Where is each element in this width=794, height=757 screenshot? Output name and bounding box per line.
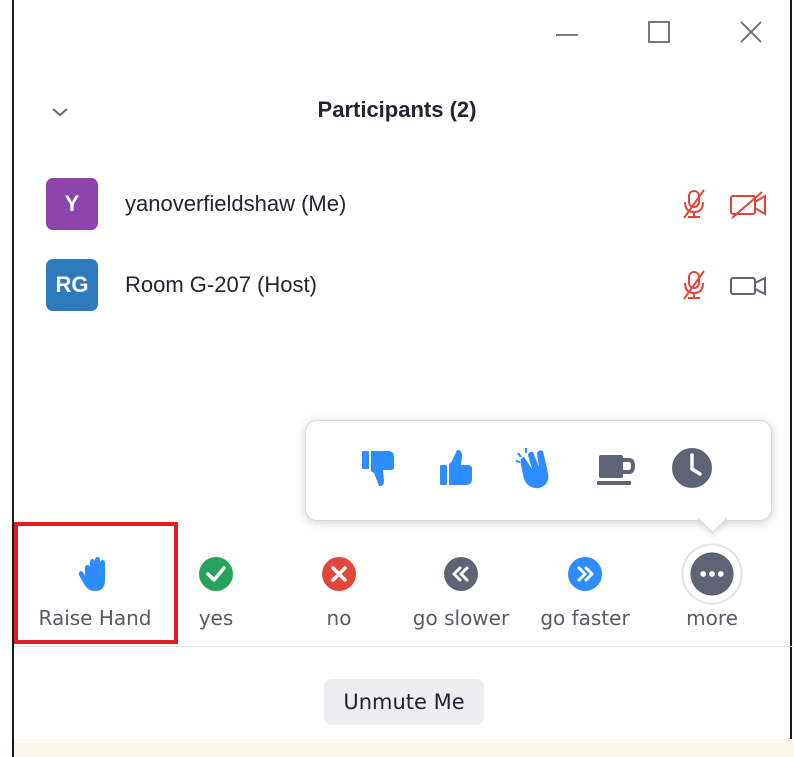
participant-row[interactable]: RG Room G-207 (Host)	[46, 259, 781, 311]
no-label: no	[326, 606, 352, 630]
no-button[interactable]: no	[274, 548, 404, 640]
go-slower-label: go slower	[412, 606, 510, 630]
raise-hand-button[interactable]: Raise Hand	[30, 548, 160, 640]
clap-icon	[515, 448, 549, 489]
close-icon	[740, 21, 762, 43]
panel-title: Participants (2)	[317, 97, 477, 122]
check-icon	[199, 557, 233, 591]
minimize-icon	[556, 34, 578, 36]
clock-icon	[672, 448, 712, 488]
fast-forward-icon	[568, 557, 602, 591]
thumbs-down-button[interactable]	[358, 443, 402, 493]
video-camera-icon[interactable]	[728, 271, 768, 301]
raise-hand-label: Raise Hand	[38, 606, 152, 630]
maximize-button[interactable]	[642, 16, 676, 50]
minimize-button[interactable]	[550, 16, 584, 50]
maximize-icon	[648, 21, 670, 43]
more-button[interactable]: more	[647, 543, 777, 640]
thumbs-up-icon	[440, 450, 472, 485]
participant-row[interactable]: Y yanoverfieldshaw (Me)	[46, 178, 781, 230]
thumbs-up-button[interactable]	[436, 443, 480, 493]
participant-name: yanoverfieldshaw (Me)	[125, 191, 347, 216]
unmute-button[interactable]: Unmute Me	[324, 679, 484, 725]
clap-button[interactable]	[512, 443, 556, 493]
close-button[interactable]	[734, 16, 768, 50]
participant-name: Room G-207 (Host)	[125, 272, 317, 297]
clock-button[interactable]	[670, 443, 714, 493]
coffee-cup-icon	[597, 455, 636, 485]
divider	[14, 646, 794, 647]
go-slower-button[interactable]: go slower	[396, 548, 526, 640]
thumbs-down-icon	[362, 451, 394, 486]
yes-button[interactable]: yes	[151, 548, 281, 640]
rewind-icon	[444, 557, 478, 591]
x-icon	[322, 557, 356, 591]
more-label: more	[686, 606, 738, 630]
muted-mic-icon[interactable]	[679, 269, 709, 301]
coffee-button[interactable]	[594, 443, 638, 493]
go-faster-button[interactable]: go faster	[520, 548, 650, 640]
yes-label: yes	[198, 606, 234, 630]
window-bottom-strip	[14, 739, 794, 757]
avatar: Y	[46, 178, 98, 230]
go-faster-label: go faster	[540, 606, 630, 630]
video-off-icon[interactable]	[728, 190, 768, 220]
avatar: RG	[46, 259, 98, 311]
raise-hand-icon	[78, 557, 105, 591]
more-icon	[681, 543, 743, 605]
muted-mic-icon[interactable]	[679, 188, 709, 220]
